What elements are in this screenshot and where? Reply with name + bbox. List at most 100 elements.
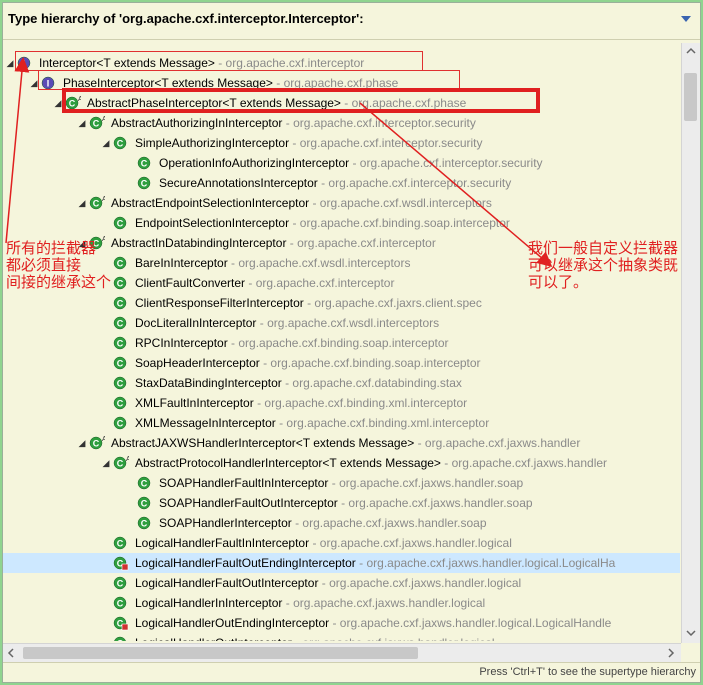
expand-toggle-icon[interactable]: ◢ xyxy=(77,433,87,453)
class-icon: C xyxy=(137,516,151,530)
tree-item-label: SOAPHandlerInterceptor - org.apache.cxf.… xyxy=(159,513,487,533)
expand-toggle-icon[interactable]: ◢ xyxy=(101,133,111,153)
vertical-scroll-thumb[interactable] xyxy=(684,73,697,121)
expand-toggle-icon[interactable]: ◢ xyxy=(77,233,87,253)
expand-toggle-icon[interactable]: ◢ xyxy=(77,113,87,133)
type-name: LogicalHandlerFaultOutEndingInterceptor xyxy=(135,556,356,570)
tree-row[interactable]: ◢ I Interceptor<T extends Message> - org.a… xyxy=(3,53,680,73)
tree-row[interactable]: C DocLiteralInInterceptor - org.apache.cx… xyxy=(3,313,680,333)
tree-row[interactable]: C ClientResponseFilterInterceptor - org.a… xyxy=(3,293,680,313)
svg-text:C: C xyxy=(117,299,124,309)
package-name: - org.apache.cxf.phase xyxy=(340,96,467,110)
svg-text:C: C xyxy=(93,199,100,209)
tree-item-label: SoapHeaderInterceptor - org.apache.cxf.b… xyxy=(135,353,481,373)
scroll-down-arrow-icon[interactable] xyxy=(682,625,700,641)
type-name: StaxDataBindingInterceptor xyxy=(135,376,282,390)
type-name: AbstractPhaseInterceptor<T extends Messa… xyxy=(87,96,341,110)
tree-row[interactable]: C LogicalHandlerOutInterceptor - org.apac… xyxy=(3,633,680,641)
horizontal-scroll-thumb[interactable] xyxy=(23,647,418,659)
class-icon: CA xyxy=(113,456,129,470)
tree-row[interactable]: C XMLFaultInInterceptor - org.apache.cxf.… xyxy=(3,393,680,413)
tree-item-label: AbstractInDatabindingInterceptor - org.a… xyxy=(111,233,436,253)
svg-text:C: C xyxy=(117,419,124,429)
tree-row[interactable]: C EndpointSelectionInterceptor - org.apac… xyxy=(3,213,680,233)
package-name: - org.apache.cxf.jaxws.handler.soap xyxy=(291,516,487,530)
expand-toggle-icon[interactable]: ◢ xyxy=(53,93,63,113)
tree-item-label: AbstractProtocolHandlerInterceptor<T ext… xyxy=(135,453,607,473)
package-name: - org.apache.cxf.wsdl.interceptors xyxy=(256,316,440,330)
tree-row[interactable]: ◢CAAbstractAuthorizingInInterceptor - or… xyxy=(3,113,680,133)
svg-text:C: C xyxy=(93,439,100,449)
panel-title: Type hierarchy of 'org.apache.cxf.interc… xyxy=(8,11,364,26)
view-menu-icon[interactable] xyxy=(679,13,693,25)
package-name: - org.apache.cxf.binding.xml.interceptor xyxy=(275,416,490,430)
vertical-scrollbar[interactable] xyxy=(681,43,700,643)
svg-text:A: A xyxy=(102,236,105,243)
tree-row[interactable]: ◢CA AbstractInDatabindingInterceptor - or… xyxy=(3,233,680,253)
tree-row[interactable]: C SOAPHandlerFaultOutInterceptor - org.ap… xyxy=(3,493,680,513)
type-name: SimpleAuthorizingInterceptor xyxy=(135,136,290,150)
tree-row[interactable]: C LogicalHandlerFaultOutEndingInterceptor… xyxy=(3,553,680,573)
tree-item-label: LogicalHandlerFaultOutInterceptor - org.… xyxy=(135,573,521,593)
tree-row[interactable]: C StaxDataBindingInterceptor - org.apache… xyxy=(3,373,680,393)
class-icon: C xyxy=(113,276,127,290)
type-name: LogicalHandlerFaultOutInterceptor xyxy=(135,576,319,590)
tree-row[interactable]: C SOAPHandlerFaultInInterceptor - org.apa… xyxy=(3,473,680,493)
type-name: OperationInfoAuthorizingInterceptor xyxy=(159,156,350,170)
class-icon: C xyxy=(113,256,127,270)
package-name: - org.apache.cxf.wsdl.interceptors xyxy=(227,256,411,270)
svg-text:I: I xyxy=(23,59,26,69)
package-name: - org.apache.cxf.interceptor.security xyxy=(282,116,476,130)
tree-row[interactable]: ◢CAAbstractJAXWSHandlerInterceptor<T ext… xyxy=(3,433,680,453)
package-name: - org.apache.cxf.interceptor.security xyxy=(349,156,543,170)
status-hint: Press 'Ctrl+T' to see the supertype hier… xyxy=(479,666,696,678)
tree-row[interactable]: C BareInInterceptor - org.apache.cxf.wsdl… xyxy=(3,253,680,273)
package-name: - org.apache.cxf.jaxws.handler.logical xyxy=(292,636,494,641)
tree-item-label: SOAPHandlerFaultOutInterceptor - org.apa… xyxy=(159,493,533,513)
scroll-left-arrow-icon[interactable] xyxy=(3,645,19,661)
tree-row[interactable]: C RPCInInterceptor - org.apache.cxf.bindi… xyxy=(3,333,680,353)
tree-row[interactable]: C SOAPHandlerInterceptor - org.apache.cxf… xyxy=(3,513,680,533)
tree-row[interactable]: C SecureAnnotationsInterceptor - org.apac… xyxy=(3,173,680,193)
tree-item-label: XMLFaultInInterceptor - org.apache.cxf.b… xyxy=(135,393,467,413)
svg-text:C: C xyxy=(117,579,124,589)
class-icon: CA xyxy=(89,236,105,250)
tree-item-label: AbstractPhaseInterceptor<T extends Messa… xyxy=(87,93,466,113)
class-icon: C xyxy=(113,376,127,390)
tree-item-label: SimpleAuthorizingInterceptor - org.apach… xyxy=(135,133,483,153)
tree-row[interactable]: ◢CA AbstractProtocolHandlerInterceptor<T … xyxy=(3,453,680,473)
tree-item-label: XMLMessageInInterceptor - org.apache.cxf… xyxy=(135,413,489,433)
tree-row[interactable]: ◢ C SimpleAuthorizingInterceptor - org.apa… xyxy=(3,133,680,153)
type-name: AbstractInDatabindingInterceptor xyxy=(111,236,287,250)
tree-row[interactable]: ◢CAAbstractEndpointSelectionInterceptor … xyxy=(3,193,680,213)
tree-item-label: DocLiteralInInterceptor - org.apache.cxf… xyxy=(135,313,439,333)
tree-row[interactable]: C OperationInfoAuthorizingInterceptor - o… xyxy=(3,153,680,173)
horizontal-scrollbar[interactable] xyxy=(3,643,681,662)
expand-toggle-icon[interactable]: ◢ xyxy=(101,453,111,473)
tree-row[interactable]: C LogicalHandlerFaultOutInterceptor - org… xyxy=(3,573,680,593)
scroll-right-arrow-icon[interactable] xyxy=(663,645,679,661)
tree-item-label: LogicalHandlerFaultOutEndingInterceptor … xyxy=(135,553,615,573)
tree-row[interactable]: ◢CAAbstractPhaseInterceptor<T extends Me… xyxy=(3,93,680,113)
tree-row[interactable]: C SoapHeaderInterceptor - org.apache.cxf.… xyxy=(3,353,680,373)
tree-row[interactable]: C LogicalHandlerOutEndingInterceptor - or… xyxy=(3,613,680,633)
type-name: LogicalHandlerFaultInInterceptor xyxy=(135,536,310,550)
tree-row[interactable]: C LogicalHandlerInInterceptor - org.apach… xyxy=(3,593,680,613)
package-name: - org.apache.cxf.interceptor xyxy=(214,56,365,70)
tree-row[interactable]: ◢ I PhaseInterceptor<T extends Message> - … xyxy=(3,73,680,93)
tree-row[interactable]: C XMLMessageInInterceptor - org.apache.cx… xyxy=(3,413,680,433)
expand-toggle-icon[interactable]: ◢ xyxy=(5,53,15,73)
package-name: - org.apache.cxf.databinding.stax xyxy=(281,376,462,390)
tree-row[interactable]: C ClientFaultConverter - org.apache.cxf.i… xyxy=(3,273,680,293)
expand-toggle-icon[interactable]: ◢ xyxy=(29,73,39,93)
hierarchy-tree[interactable]: ◢ I Interceptor<T extends Message> - org.a… xyxy=(3,43,680,641)
scroll-up-arrow-icon[interactable] xyxy=(682,43,700,59)
tree-item-label: SOAPHandlerFaultInInterceptor - org.apac… xyxy=(159,473,523,493)
tree-row[interactable]: C LogicalHandlerFaultInInterceptor - org.… xyxy=(3,533,680,553)
tree-item-label: RPCInInterceptor - org.apache.cxf.bindin… xyxy=(135,333,449,353)
expand-toggle-icon[interactable]: ◢ xyxy=(77,193,87,213)
type-name: LogicalHandlerOutInterceptor xyxy=(135,636,292,641)
svg-text:A: A xyxy=(102,436,105,443)
type-name: ClientFaultConverter xyxy=(135,276,246,290)
type-name: SOAPHandlerFaultInInterceptor xyxy=(159,476,329,490)
